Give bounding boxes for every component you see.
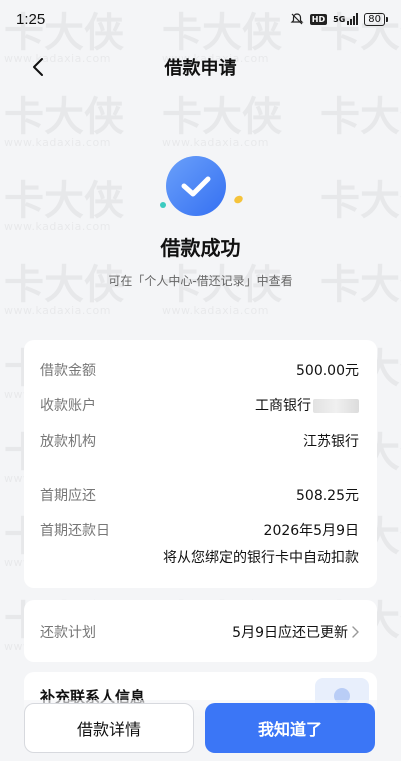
status-icons: HD 5G 80 xyxy=(290,12,388,26)
plan-value-link[interactable]: 5月9日应还已更新 xyxy=(232,622,359,642)
hd-badge: HD xyxy=(309,13,328,25)
status-bar: 1:25 HD 5G 80 xyxy=(0,0,401,38)
back-button[interactable] xyxy=(24,53,52,81)
got-it-button[interactable]: 我知道了 xyxy=(205,703,375,753)
decor-dot-teal xyxy=(160,202,166,208)
lender-value: 江苏银行 xyxy=(303,434,359,450)
amount-label: 借款金额 xyxy=(40,363,96,379)
chevron-left-icon xyxy=(33,58,43,76)
watermark: 卡大侠www.kadaxia.com xyxy=(4,178,124,233)
row-first-due: 首期应还 508.25元 xyxy=(40,485,359,505)
first-date-label: 首期还款日 xyxy=(40,523,110,539)
first-due-value: 508.25元 xyxy=(296,488,359,504)
network-label: 5G xyxy=(333,14,346,24)
watermark: 卡大侠www.kadaxia.com xyxy=(4,94,124,149)
row-lender: 放款机构 江苏银行 xyxy=(40,431,359,451)
watermark: 卡大侠 xyxy=(320,178,401,224)
account-value: 工商银行 xyxy=(255,398,311,414)
loan-details-card: 借款金额 500.00元 收款账户 工商银行 放款机构 江苏银行 首期应还 50… xyxy=(24,340,377,588)
watermark: 卡大侠www.kadaxia.com xyxy=(162,94,282,149)
plan-label: 还款计划 xyxy=(40,625,96,641)
plan-value: 5月9日应还已更新 xyxy=(232,625,348,641)
row-account: 收款账户 工商银行 xyxy=(40,395,359,415)
signal-icon: 5G xyxy=(333,13,359,25)
lender-label: 放款机构 xyxy=(40,434,96,450)
amount-value: 500.00元 xyxy=(296,363,359,379)
first-due-label: 首期应还 xyxy=(40,488,96,504)
repayment-plan-card[interactable]: 还款计划 5月9日应还已更新 xyxy=(24,600,377,662)
battery-icon: 80 xyxy=(364,12,388,26)
row-first-date: 首期还款日 2026年5月9日 xyxy=(40,520,359,540)
status-time: 1:25 xyxy=(16,10,46,28)
mute-bell-icon xyxy=(290,12,304,26)
row-amount: 借款金额 500.00元 xyxy=(40,360,359,380)
first-date-value: 2026年5月9日 xyxy=(263,523,359,539)
success-check-icon xyxy=(160,152,232,224)
page-title: 借款申请 xyxy=(164,58,237,79)
redacted-account-number xyxy=(313,399,359,413)
success-title: 借款成功 xyxy=(160,236,241,260)
decor-dot-yellow xyxy=(232,194,245,205)
account-label: 收款账户 xyxy=(40,398,96,414)
account-value-wrap: 工商银行 xyxy=(255,395,359,415)
success-subtitle: 可在「个人中心-借还记录」中查看 xyxy=(108,274,293,288)
watermark: 卡大侠 xyxy=(320,94,401,140)
chevron-right-icon xyxy=(352,626,359,638)
nav-bar: 借款申请 xyxy=(0,44,401,90)
loan-detail-button[interactable]: 借款详情 xyxy=(24,703,194,753)
auto-debit-note: 将从您绑定的银行卡中自动扣款 xyxy=(163,550,359,566)
